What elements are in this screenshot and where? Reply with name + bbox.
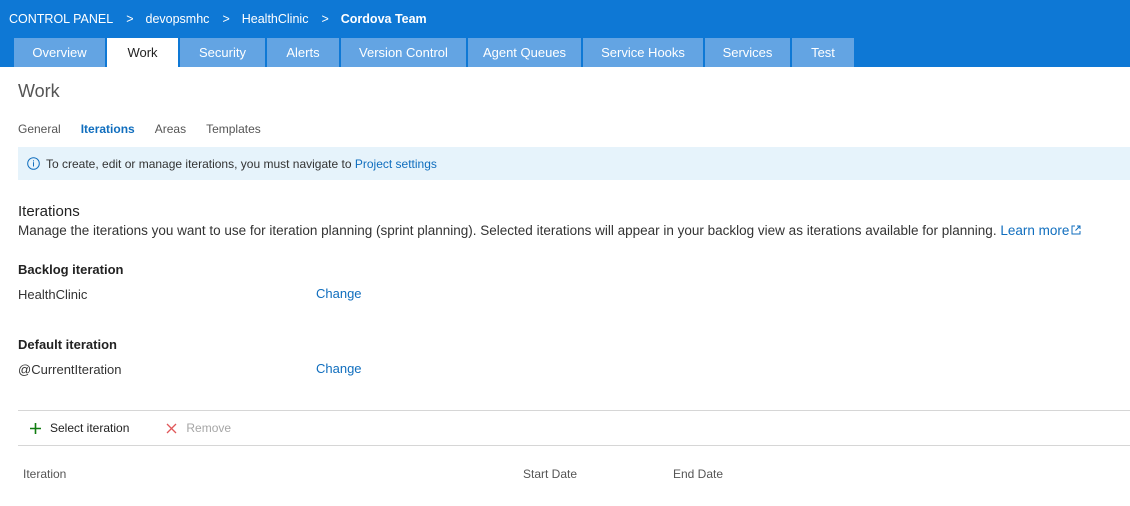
- backlog-iteration-change-link[interactable]: Change: [316, 286, 362, 301]
- subtab-areas[interactable]: Areas: [155, 122, 186, 136]
- breadcrumb-team[interactable]: Cordova Team: [341, 12, 427, 26]
- breadcrumb-organization[interactable]: devopsmhc: [146, 12, 210, 26]
- subtab-templates[interactable]: Templates: [206, 122, 261, 136]
- default-iteration-label: Default iteration: [18, 337, 117, 352]
- external-link-icon: [1071, 223, 1081, 235]
- tab-alerts[interactable]: Alerts: [267, 38, 339, 67]
- backlog-iteration-label: Backlog iteration: [18, 262, 124, 277]
- subtab-iterations[interactable]: Iterations: [81, 122, 135, 136]
- tab-agent-queues[interactable]: Agent Queues: [468, 38, 581, 67]
- info-icon: [27, 157, 40, 170]
- tab-services[interactable]: Services: [705, 38, 790, 67]
- column-header-end-date[interactable]: End Date: [673, 467, 723, 481]
- column-header-start-date[interactable]: Start Date: [523, 467, 577, 481]
- section-description-text: Manage the iterations you want to use fo…: [18, 223, 997, 238]
- breadcrumb-project[interactable]: HealthClinic: [242, 12, 309, 26]
- select-iteration-button[interactable]: Select iteration: [29, 421, 129, 435]
- remove-label: Remove: [186, 421, 232, 435]
- select-iteration-label: Select iteration: [50, 421, 130, 435]
- default-iteration-change-link[interactable]: Change: [316, 361, 362, 376]
- tab-test[interactable]: Test: [792, 38, 854, 67]
- section-description: Manage the iterations you want to use fo…: [18, 223, 1081, 238]
- breadcrumb-separator: >: [126, 12, 134, 26]
- info-message-bar: To create, edit or manage iterations, yo…: [18, 147, 1130, 180]
- iterations-toolbar: Select iteration Remove: [18, 410, 1130, 446]
- top-header-bar: CONTROL PANEL > devopsmhc > HealthClinic…: [0, 0, 1130, 67]
- page-title: Work: [18, 81, 60, 101]
- learn-more-label: Learn more: [1000, 223, 1070, 238]
- close-icon: [165, 422, 178, 435]
- section-title: Iterations: [18, 203, 80, 220]
- remove-button[interactable]: Remove: [165, 421, 231, 435]
- tab-overview[interactable]: Overview: [14, 38, 105, 67]
- learn-more-link[interactable]: Learn more: [1000, 223, 1081, 238]
- plus-icon: [29, 422, 42, 435]
- tab-version-control[interactable]: Version Control: [341, 38, 466, 67]
- project-settings-link[interactable]: Project settings: [355, 157, 437, 171]
- column-header-iteration[interactable]: Iteration: [23, 467, 66, 481]
- sub-tab-strip: General Iterations Areas Templates: [18, 122, 281, 136]
- tab-work[interactable]: Work: [107, 38, 178, 67]
- backlog-iteration-value: HealthClinic: [18, 287, 88, 302]
- breadcrumb-separator: >: [321, 12, 329, 26]
- tab-security[interactable]: Security: [180, 38, 265, 67]
- breadcrumb-separator: >: [222, 12, 230, 26]
- breadcrumb-control-panel[interactable]: CONTROL PANEL: [9, 12, 113, 26]
- tab-service-hooks[interactable]: Service Hooks: [583, 38, 703, 67]
- info-message-text: To create, edit or manage iterations, yo…: [46, 156, 352, 171]
- subtab-general[interactable]: General: [18, 122, 61, 136]
- main-tab-strip: Overview Work Security Alerts Version Co…: [14, 38, 856, 67]
- default-iteration-value: @CurrentIteration: [18, 362, 122, 377]
- breadcrumb: CONTROL PANEL > devopsmhc > HealthClinic…: [9, 11, 427, 27]
